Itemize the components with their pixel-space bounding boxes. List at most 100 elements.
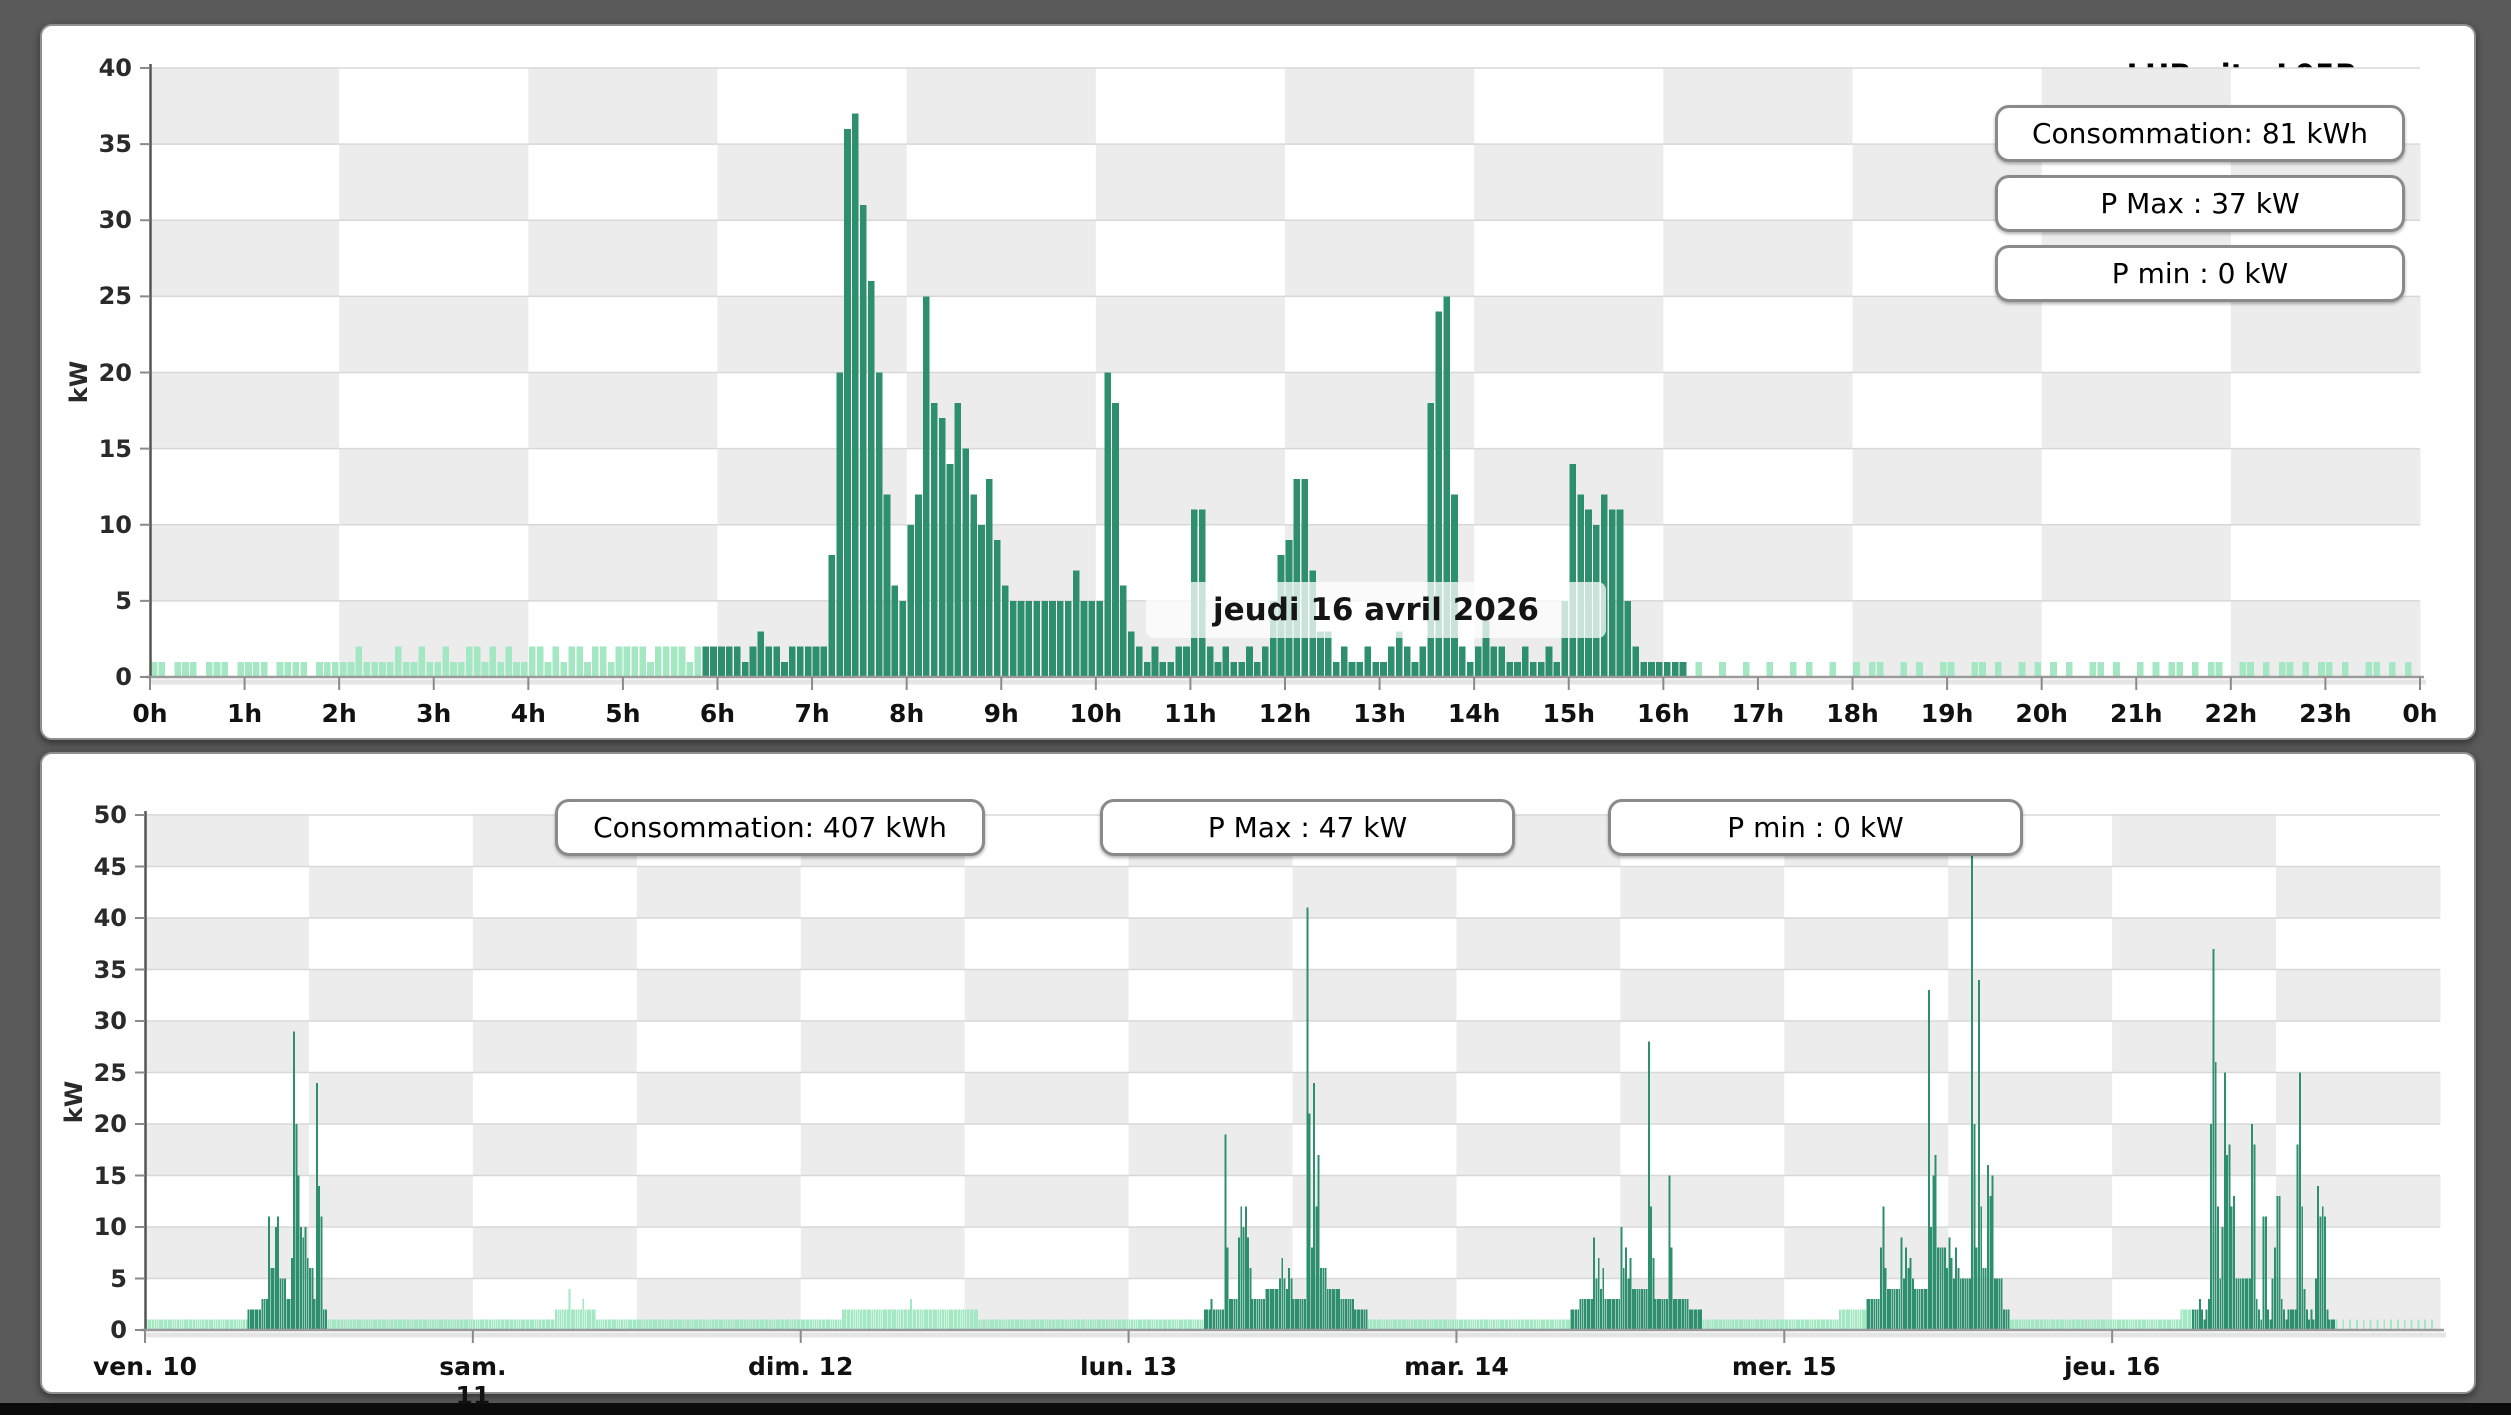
power-bar-measured [1624,600,1632,677]
power-bar-measured [844,128,851,677]
power-bar-light [2132,1319,2135,1330]
power-bar-measured [1663,661,1671,677]
power-bar-light [559,1309,562,1330]
power-bar-measured [1866,1299,1869,1330]
power-bar-light [1770,1319,1773,1330]
power-bar-light [1777,1319,1780,1330]
power-bar-light [1051,1319,1054,1330]
power-bar-light [1133,1319,1136,1330]
power-bar-light [434,1319,437,1330]
power-bar-light [404,1319,407,1330]
power-bar-light [147,1319,150,1330]
power-bar-measured [2232,1196,2235,1330]
plot-background-cell [528,296,718,373]
power-bar-light [589,1309,592,1330]
power-bar-light [1379,1319,1382,1330]
power-bar-measured [2321,1206,2324,1330]
x-tick-label: 12h [1258,699,1312,728]
power-bar-light [1864,1309,1867,1330]
power-bar-light [2169,1319,2172,1330]
power-bar-light [1181,1319,1184,1330]
power-bar-light [1839,1309,1842,1330]
power-bar-light [2105,1319,2108,1330]
power-bar-measured [1889,1288,1892,1330]
power-bar-measured [1251,1299,1254,1330]
power-bar-light [662,1319,664,1330]
power-bar-light [514,1319,516,1330]
power-bar-light [211,1319,214,1330]
power-bar-measured [1276,1288,1279,1330]
power-bar-measured [2217,1206,2219,1330]
power-bar-measured [2235,1278,2238,1330]
power-bar-light [1452,1319,1454,1330]
power-bar-light [1836,1319,1839,1330]
x-tick-label: 11h [1164,699,1217,728]
power-bar-light [397,1319,400,1330]
power-bar-light [377,1319,380,1330]
power-bar-measured [2305,1309,2308,1330]
power-bar-light [1766,661,1774,677]
power-bar-light [1493,1319,1495,1330]
power-bar-measured [1281,1257,1284,1330]
plot-background-cell [1663,68,1853,145]
power-bar-light [218,1319,220,1330]
power-bar-light [528,646,536,677]
y-tick-label: 15 [98,434,132,463]
power-bar-measured [2292,1309,2295,1330]
power-bar-light [190,1319,193,1330]
power-bar-light [732,1319,735,1330]
power-bar-light [796,1319,799,1330]
plot-background-cell [717,144,908,221]
power-bar-light [525,1319,528,1330]
power-bar-light [2180,1309,2183,1330]
power-bar-light [347,661,355,677]
plot-background-cell [145,1124,310,1176]
power-bar-light [582,1299,585,1330]
power-bar-light [673,1319,676,1330]
power-bar-light [450,661,457,677]
power-bar-light [2173,1319,2176,1330]
power-bar-measured [1247,1237,1250,1330]
plot-background-cell [308,866,474,919]
power-bar-light [432,1319,434,1330]
plot-background-cell [1128,918,1293,970]
power-bar-measured [1322,1268,1325,1330]
power-bar-measured [1650,1206,1653,1330]
plot-background-cell [150,144,340,221]
power-bar-light [1053,1319,1056,1330]
plot-background-cell [1474,220,1664,297]
power-bar-light [1413,1319,1416,1330]
power-bar-measured [1238,661,1245,677]
power-bar-light [532,1319,535,1330]
power-bar-measured [2299,1072,2301,1330]
plot-background-cell [2112,1072,2277,1125]
power-bar-measured [1916,1288,1919,1330]
power-bar-measured [2212,948,2215,1330]
power-bar-measured [2251,1124,2254,1330]
power-bar-measured [1939,1247,1942,1330]
power-bar-light [1513,1319,1516,1330]
power-bar-light [536,646,544,677]
power-bar-light [798,1319,801,1330]
power-bar-light [862,1309,865,1330]
power-bar-measured [1072,570,1080,677]
power-bar-light [1458,1319,1461,1330]
power-bar-measured [277,1216,280,1330]
power-bar-measured [1306,907,1309,1330]
power-bar-light [1390,1319,1393,1330]
power-bar-light [2065,661,2073,677]
power-bar-light [1742,661,1750,677]
power-bar-light [352,1319,355,1330]
stat-box: P min : 0 kW [1995,245,2405,302]
power-bar-light [507,1319,510,1330]
power-bar-light [764,1319,767,1330]
power-bar-light [687,1319,689,1330]
y-tick-label: 0 [115,663,132,691]
power-bar-light [753,1319,755,1330]
power-bar-measured [1679,661,1687,677]
power-bar-light [1192,1319,1195,1330]
power-bar-measured [1419,646,1427,677]
power-bar-light [684,1319,687,1330]
plot-background-cell [964,1175,1130,1228]
power-bar-measured [2230,1206,2233,1330]
